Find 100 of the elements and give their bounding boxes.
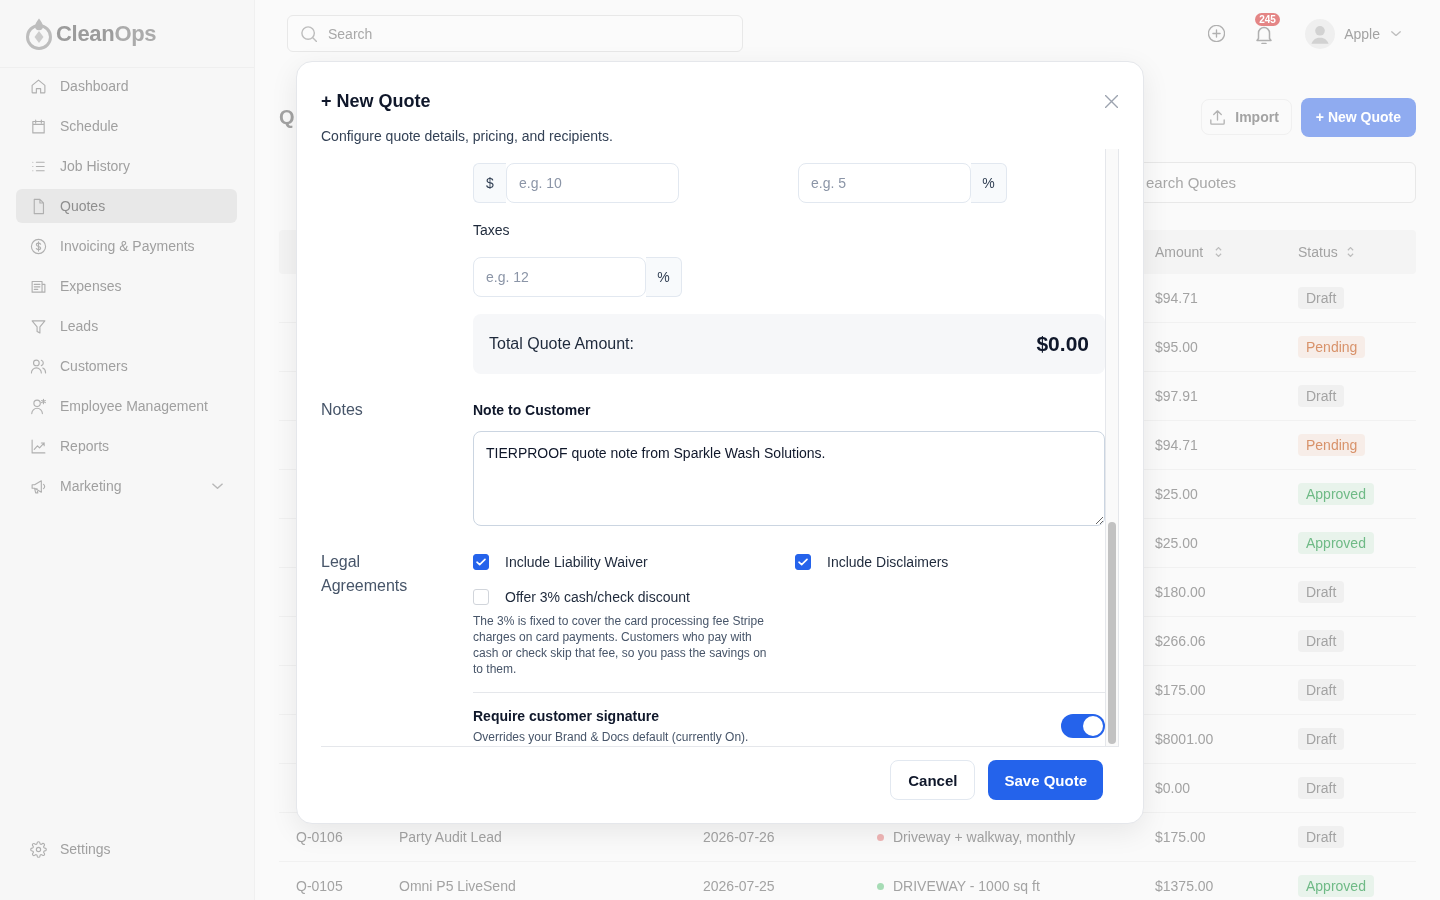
column-header[interactable]: Status bbox=[1298, 244, 1338, 260]
status-badge: Draft bbox=[1298, 777, 1345, 799]
checkbox[interactable] bbox=[795, 554, 811, 570]
table-cell: Omni P5 LiveSend bbox=[399, 878, 516, 894]
column-header[interactable]: Amount bbox=[1155, 244, 1204, 260]
new-quote-button[interactable]: + New Quote bbox=[1300, 97, 1416, 137]
status-badge: Pending bbox=[1298, 336, 1366, 358]
status-badge: Approved bbox=[1298, 532, 1374, 554]
status-badge: Approved bbox=[1298, 875, 1374, 897]
funnel-icon bbox=[30, 317, 47, 335]
table-cell: DRIVEWAY - 1000 sq ft bbox=[893, 878, 1040, 894]
setting-hint: Overrides your Brand & Docs default (currently On). bbox=[473, 729, 749, 745]
sidebar-item[interactable]: Marketing bbox=[16, 469, 237, 503]
table-cell: 2026-07-25 bbox=[703, 878, 775, 894]
table-cell: $0.00 bbox=[1155, 780, 1191, 796]
upload-icon bbox=[1210, 109, 1226, 125]
status-badge: Draft bbox=[1298, 581, 1345, 603]
setting-label: Require customer signature bbox=[473, 707, 660, 725]
calendar-icon bbox=[30, 117, 47, 135]
note-textarea[interactable]: TIERPROOF quote note from Sparkle Wash Solutions. bbox=[473, 431, 1105, 526]
table-cell: $94.71 bbox=[1155, 290, 1198, 306]
drop-ring-icon bbox=[25, 16, 53, 51]
toggle-switch[interactable] bbox=[1061, 714, 1105, 738]
status-badge: Draft bbox=[1298, 287, 1345, 309]
notification-badge: 245 bbox=[1255, 12, 1280, 26]
help-text: The 3% is fixed to cover the card processing fee Stripe charges on card payments. Customers who pay with cash or check skip that fee, so you pass the savings on to them. bbox=[473, 613, 768, 677]
dialog-subtitle: Configure quote details, pricing, and recipients. bbox=[321, 127, 614, 146]
checkmark-icon bbox=[476, 558, 486, 566]
sidebar-item[interactable]: Settings bbox=[16, 832, 237, 866]
table-cell: $1375.00 bbox=[1155, 878, 1214, 894]
sidebar-item[interactable]: Reports bbox=[16, 429, 237, 463]
total-label: Total Quote Amount: bbox=[489, 335, 634, 353]
table-cell: $25.00 bbox=[1155, 535, 1198, 551]
user-name[interactable]: Apple bbox=[1344, 25, 1380, 42]
sidebar-item[interactable]: Leads bbox=[16, 309, 237, 343]
search-icon bbox=[301, 25, 317, 42]
dialog-title: + New Quote bbox=[321, 90, 431, 112]
megaphone-icon bbox=[30, 477, 47, 495]
table-cell: Driveway + walkway, monthly bbox=[893, 829, 1076, 845]
checkbox-label[interactable]: Offer 3% cash/check discount bbox=[505, 589, 690, 605]
status-badge: Draft bbox=[1298, 826, 1345, 848]
input-prefix: $ bbox=[473, 163, 506, 203]
house-icon bbox=[30, 77, 47, 95]
settings-icon bbox=[30, 840, 47, 858]
input-field[interactable]: e.g. 5 bbox=[798, 163, 971, 203]
status-badge: Draft bbox=[1298, 728, 1345, 750]
close-icon[interactable] bbox=[1105, 94, 1118, 108]
tax-input-field[interactable]: e.g. 12 bbox=[473, 257, 646, 297]
table-cell: $266.06 bbox=[1155, 633, 1206, 649]
checkmark-icon bbox=[798, 558, 808, 566]
sidebar-item[interactable]: Dashboard bbox=[16, 69, 237, 103]
table-cell: $97.91 bbox=[1155, 388, 1198, 404]
input-field[interactable]: e.g. 10 bbox=[506, 163, 679, 203]
sidebar-item[interactable]: Customers bbox=[16, 349, 237, 383]
scrollbar-thumb[interactable] bbox=[1108, 522, 1116, 744]
user-asterisk-icon bbox=[30, 397, 47, 415]
total-amount: $0.00 bbox=[1036, 332, 1089, 356]
status-badge: Draft bbox=[1298, 679, 1345, 701]
checkbox-label[interactable]: Include Liability Waiver bbox=[505, 554, 648, 570]
chevron-down-icon[interactable] bbox=[212, 483, 223, 489]
import-button[interactable]: Import bbox=[1201, 99, 1292, 135]
search-field[interactable]: Search bbox=[287, 15, 743, 52]
sidebar-item[interactable]: Job History bbox=[16, 149, 237, 183]
page-title: Q bbox=[279, 105, 295, 129]
table-cell: $175.00 bbox=[1155, 682, 1206, 698]
status-badge: Pending bbox=[1298, 434, 1366, 456]
table-cell: Q-0106 bbox=[296, 829, 343, 845]
checkbox[interactable] bbox=[473, 554, 489, 570]
sidebar-item[interactable]: Schedule bbox=[16, 109, 237, 143]
chevron-down-icon[interactable] bbox=[1391, 31, 1401, 36]
users-icon bbox=[30, 357, 47, 375]
status-badge: Draft bbox=[1298, 385, 1345, 407]
sidebar-item[interactable]: Employee Management bbox=[16, 389, 237, 423]
save-button[interactable]: Save Quote bbox=[988, 760, 1103, 800]
status-badge: Draft bbox=[1298, 630, 1345, 652]
table-cell: $95.00 bbox=[1155, 339, 1198, 355]
sort-icon[interactable] bbox=[1215, 247, 1223, 257]
field-label: Taxes bbox=[473, 221, 511, 239]
sidebar-item[interactable]: Quotes bbox=[16, 189, 237, 223]
input-suffix: % bbox=[971, 163, 1007, 203]
scrollbar-track[interactable] bbox=[1105, 149, 1119, 746]
sort-icon[interactable] bbox=[1346, 247, 1354, 257]
status-badge: Approved bbox=[1298, 483, 1374, 505]
table-cell: $25.00 bbox=[1155, 486, 1198, 502]
checkbox-label[interactable]: Include Disclaimers bbox=[827, 554, 949, 570]
table-cell: 2026-07-26 bbox=[703, 829, 775, 845]
table-cell: $94.71 bbox=[1155, 437, 1198, 453]
sidebar-item[interactable]: Invoicing & Payments bbox=[16, 229, 237, 263]
section-label: Notes bbox=[321, 400, 363, 420]
table-cell: Party Audit Lead bbox=[399, 829, 502, 845]
input-suffix: % bbox=[646, 257, 682, 297]
avatar-icon[interactable] bbox=[1305, 18, 1336, 49]
sidebar-item[interactable]: Expenses bbox=[16, 269, 237, 303]
table-cell: $175.00 bbox=[1155, 829, 1206, 845]
cancel-button[interactable]: Cancel bbox=[890, 760, 976, 800]
logo-text: CleanOps bbox=[56, 20, 157, 47]
table-cell: Q-0105 bbox=[296, 878, 343, 894]
table-cell: $180.00 bbox=[1155, 584, 1206, 600]
field-label: Note to Customer bbox=[473, 401, 592, 420]
table-cell: $8001.00 bbox=[1155, 731, 1214, 747]
